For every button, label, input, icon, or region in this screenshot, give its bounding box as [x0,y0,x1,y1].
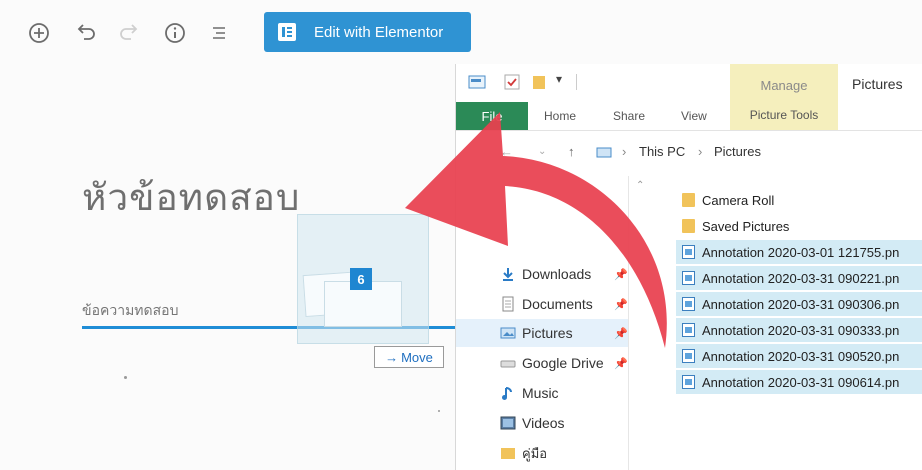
tab-share[interactable]: Share [613,109,645,123]
list-item-annotation-file[interactable]: Annotation 2020-03-31 090520.pn [676,344,922,368]
page-title[interactable]: หัวข้อทดสอบ [82,168,300,227]
up-icon[interactable]: ↑ [568,144,575,159]
pin-icon: 📌 [614,327,628,340]
nav-item-manual-folder[interactable]: คู่มือ [456,439,628,467]
videos-icon [500,416,516,430]
decorative-dot [438,410,440,412]
folder-icon [682,193,695,207]
tab-view[interactable]: View [681,109,707,123]
back-icon[interactable]: ← [500,144,513,159]
nav-item-label: Videos [522,415,565,431]
pin-icon: 📌 [614,298,628,311]
list-item-annotation-file[interactable]: Annotation 2020-03-31 090306.pn [676,292,922,316]
nav-item-label: Pictures [522,325,573,341]
breadcrumb-separator-icon: › [698,144,703,159]
editor-toolbar: Edit with Elementor [0,0,922,62]
nav-item-label: Documents [522,296,593,312]
redo-icon[interactable] [117,20,143,46]
image-file-icon [682,323,695,337]
arrow-right-icon: → [385,349,399,365]
image-file-icon [682,349,695,363]
list-item-annotation-file[interactable]: Annotation 2020-03-31 090333.pn [676,318,922,342]
elementor-logo-icon [278,23,296,41]
file-name: Saved Pictures [702,218,790,234]
google-drive-icon [500,360,516,368]
edit-with-elementor-label: Edit with Elementor [314,23,444,41]
move-tooltip: → Move [374,346,444,368]
recent-locations-icon[interactable]: ⌄ [538,146,546,157]
decorative-dot [124,376,127,379]
image-file-icon [682,271,695,285]
file-list: Camera Roll Saved Pictures Annotation 20… [676,188,922,470]
explorer-app-icon [468,75,486,89]
folder-icon [682,219,695,233]
tab-file[interactable]: File [456,102,528,130]
downloads-icon [503,268,513,281]
new-folder-icon[interactable] [532,74,546,90]
list-item-saved-pictures[interactable]: Saved Pictures [676,214,922,238]
pictures-icon [500,327,516,339]
file-name: Annotation 2020-03-01 121755.pn [702,244,900,260]
info-icon[interactable] [162,20,188,46]
tab-home[interactable]: Home [544,109,576,123]
nav-item-label: คู่มือ [522,445,548,461]
folder-icon [501,448,515,459]
pin-icon: 📌 [614,357,628,370]
file-name: Annotation 2020-03-31 090333.pn [702,322,900,338]
nav-item-videos[interactable]: Videos [456,409,628,437]
manage-tab[interactable]: Manage [730,78,838,93]
ribbon-tabs: File Home Share View [456,102,922,131]
list-item-annotation-file[interactable]: Annotation 2020-03-31 090221.pn [676,266,922,290]
breadcrumb-separator-icon: › [622,144,627,159]
this-pc-icon [596,147,612,158]
customize-toolbar-icon[interactable]: ▾ [556,72,562,86]
pin-icon: 📌 [614,268,628,281]
file-name: Annotation 2020-03-31 090520.pn [702,348,900,364]
plus-circle-icon[interactable] [26,20,52,46]
image-file-icon [682,245,695,259]
move-tooltip-label: Move [401,349,433,365]
window-title: Pictures [852,76,903,92]
undo-icon[interactable] [72,20,98,46]
navigation-pane: Downloads 📌 Documents 📌 Pictures 📌 Googl… [456,176,629,470]
image-file-icon [682,297,695,311]
address-bar: ← ⌄ ↑ › This PC › Pictures [456,138,922,166]
nav-item-google-drive[interactable]: Google Drive 📌 [456,349,628,377]
list-view-icon[interactable] [206,20,232,46]
file-name: Annotation 2020-03-31 090306.pn [702,296,900,312]
list-item-annotation-file[interactable]: Annotation 2020-03-31 090614.pn [676,370,922,394]
toolbar-divider [576,74,577,90]
breadcrumb-this-pc[interactable]: This PC [639,144,685,159]
file-name: Annotation 2020-03-31 090614.pn [702,374,900,390]
nav-item-label: Downloads [522,266,592,282]
nav-item-music[interactable]: Music [456,379,628,407]
list-item-annotation-file[interactable]: Annotation 2020-03-01 121755.pn [676,240,922,264]
file-name: Camera Roll [702,192,775,208]
image-file-icon [682,375,695,389]
breadcrumb-pictures[interactable]: Pictures [714,144,761,159]
file-explorer-window: ▾ Manage Picture Tools Pictures File Hom… [455,64,922,470]
nav-item-label: Music [522,385,559,401]
documents-icon [502,296,514,312]
nav-item-pictures[interactable]: Pictures 📌 [456,319,628,347]
file-name: Annotation 2020-03-31 090221.pn [702,270,900,286]
scroll-up-icon[interactable]: ⌃ [636,180,644,191]
nav-item-downloads[interactable]: Downloads 📌 [456,260,628,288]
music-icon [502,387,512,400]
nav-item-label: Google Drive [522,355,604,371]
properties-icon[interactable] [504,74,520,90]
list-item-camera-roll[interactable]: Camera Roll [676,188,922,212]
nav-item-documents[interactable]: Documents 📌 [456,290,628,318]
edit-with-elementor-button[interactable]: Edit with Elementor [264,12,471,52]
drag-count-badge: 6 [350,268,372,290]
